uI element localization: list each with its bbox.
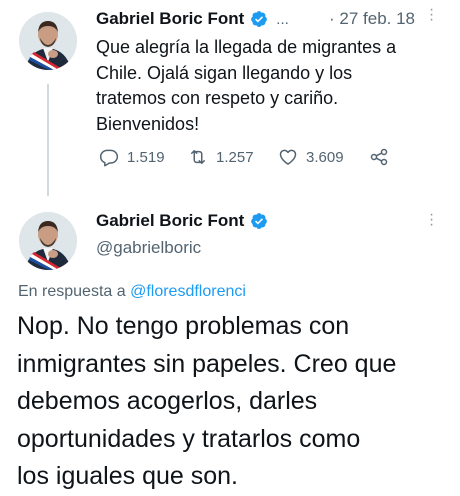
retweet-icon (191, 150, 205, 164)
reply-to-link[interactable]: @floresdflorenci (130, 283, 246, 300)
reply-button[interactable]: 1.519 (99, 147, 165, 167)
tweet2-text: Nop. No tengo problemas con inmigrantes … (17, 308, 457, 496)
text-line: Nop. No tengo problemas con (17, 312, 350, 340)
author-handle[interactable]: @gabrielboric (96, 238, 201, 258)
avatar-image (19, 212, 77, 270)
author-name[interactable]: Gabriel Boric Font (96, 9, 244, 29)
text-line: tratemos con respeto y cariño. (96, 88, 339, 108)
reply-count: 1.519 (127, 148, 165, 166)
text-line: Bienvenidos! (96, 113, 200, 134)
verified-badge-icon (251, 11, 268, 27)
retweet-button[interactable]: 1.257 (188, 147, 254, 167)
like-button[interactable]: 3.609 (278, 147, 344, 167)
text-line: inmigrantes sin papeles. Creo que (17, 349, 397, 378)
tweet1-text: Que alegría la llegada de migrantes a Ch… (96, 35, 396, 137)
more-icon[interactable]: · · · (428, 2, 434, 28)
verified-badge-icon (251, 213, 268, 229)
tweet-date[interactable]: · 27 feb. 18 (329, 9, 415, 29)
text-line: Que alegría la llegada de migrantes a (96, 37, 397, 57)
text-line: oportunidades y tratarlos como (17, 424, 361, 453)
name-truncation: ... (276, 10, 289, 28)
heart-icon (279, 149, 297, 165)
text-line: debemos acogerlos, darles (17, 387, 318, 415)
more-icon[interactable]: · · · (428, 207, 434, 233)
avatar[interactable] (19, 12, 77, 70)
like-count: 3.609 (306, 148, 344, 166)
reply-icon (99, 149, 119, 167)
author-name[interactable]: Gabriel Boric Font (96, 211, 244, 231)
text-line: los iguales que son. (17, 462, 238, 490)
retweet-count: 1.257 (216, 148, 254, 166)
thread-connector-line (47, 84, 49, 196)
text-line: Chile. Ojalá sigan llegando y los (96, 62, 353, 83)
avatar-image (19, 12, 77, 70)
reply-context: En respuesta a @floresdflorenci (18, 283, 246, 301)
tweet1-header: Gabriel Boric Font ... (96, 9, 289, 29)
share-button[interactable] (369, 147, 389, 167)
reply-prefix: En respuesta a (18, 283, 126, 300)
share-icon (370, 148, 388, 166)
tweet2-header: Gabriel Boric Font (96, 211, 268, 231)
avatar[interactable] (19, 212, 77, 270)
